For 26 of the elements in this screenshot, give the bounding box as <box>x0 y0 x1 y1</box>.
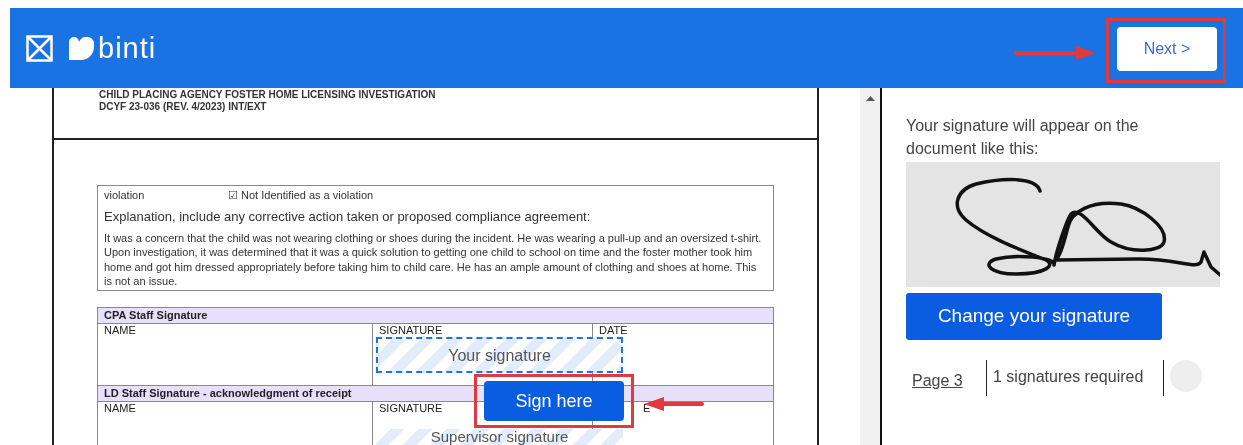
checkbox-option: ☑ Not Identified as a violation <box>228 187 374 204</box>
section-title: CPA Staff Signature <box>98 308 773 325</box>
page-link[interactable]: Page 3 <box>906 360 986 393</box>
document-title: DCYF 23-036 (REV. 4/2023) INT/EXT <box>99 101 268 113</box>
column-label: NAME <box>104 324 136 337</box>
column-label: SIGNATURE <box>379 324 443 337</box>
field-label: violation <box>104 188 146 203</box>
close-icon[interactable] <box>26 34 53 62</box>
heart-logo-icon <box>69 36 94 60</box>
sign-here-button[interactable]: Sign here <box>484 381 624 422</box>
change-signature-button[interactable]: Change your signature <box>906 293 1162 340</box>
column-label: DATE <box>599 324 628 337</box>
column-label: NAME <box>104 402 136 415</box>
intro-text: Your signature will appear on the document like this: <box>906 116 1140 159</box>
logo-text: binti <box>98 33 157 63</box>
annotation-arrow <box>644 396 704 413</box>
signature-field[interactable]: Supervisor signature <box>376 429 623 445</box>
scroll-up-icon[interactable] <box>865 96 875 101</box>
scrollbar[interactable] <box>860 88 880 445</box>
field-label: Explanation, include any corrective action taken or proposed compliance agreement: <box>104 207 592 226</box>
next-button[interactable]: Next > <box>1117 27 1217 71</box>
column-label: SIGNATURE <box>379 402 443 415</box>
signatures-required-text: 1 signatures required <box>986 360 1165 396</box>
document-title: CHILD PLACING AGENCY FOSTER HOME LICENSING INVESTIGATION <box>99 89 437 101</box>
explanation-text: It was a concern that the child was not wearing clothing or shoes during the incident. He was wearing a pull-up and an oversized t-shirt. Upon investigation, it was determined that it was a quick solution to getting one child to school on time and the foster mother took him home and got him dressed appropriately before taking him to child care. He has an ample amount of clothing and shoes at home. This is not an issue. <box>104 231 763 289</box>
signature-field[interactable]: Your signature <box>376 337 623 374</box>
